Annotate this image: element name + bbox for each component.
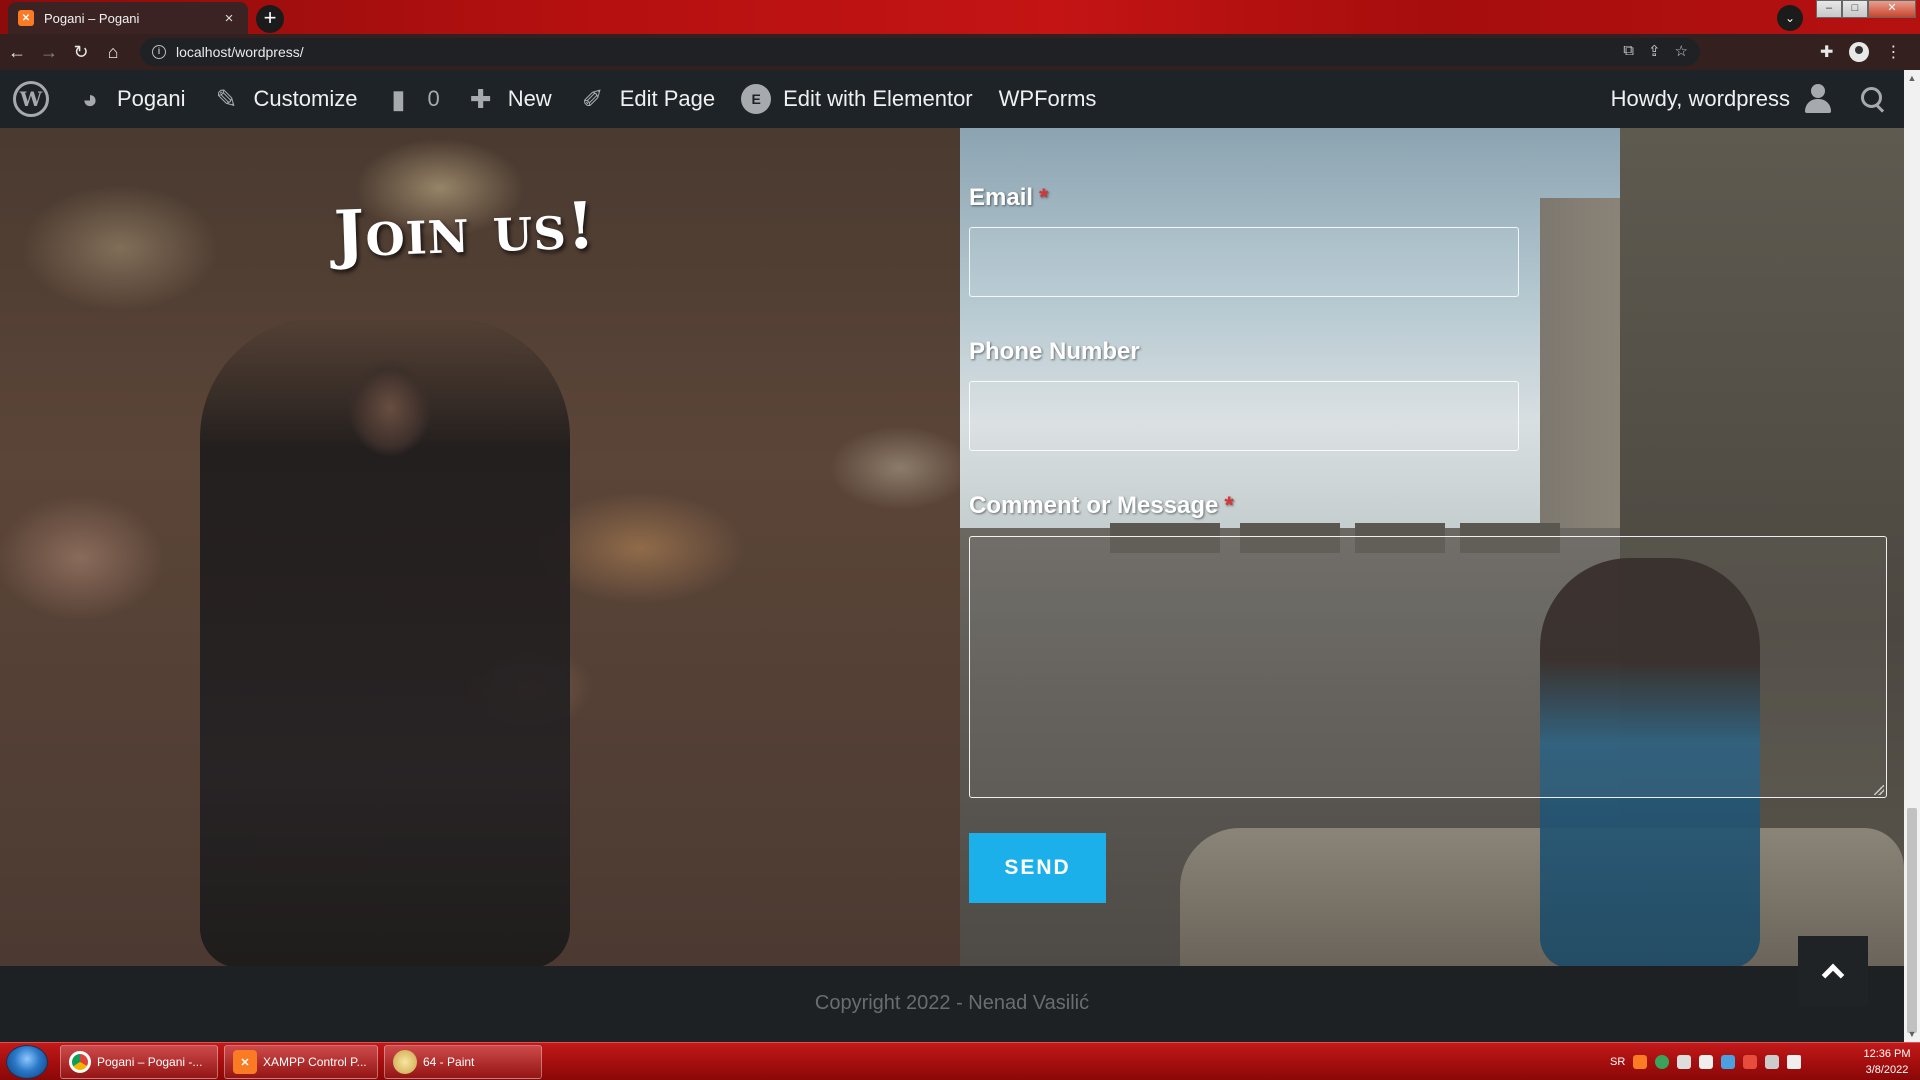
comments-count: 0 — [427, 86, 440, 111]
site-name-menu[interactable]: ◕ Pogani — [62, 70, 199, 128]
site-footer: Copyright 2022 - Nenad Vasilić — [0, 966, 1904, 1042]
email-label-text: Email — [969, 184, 1034, 211]
back-button[interactable]: ← — [2, 37, 32, 67]
taskbar-item-label: XAMPP Control P... — [263, 1055, 367, 1069]
wp-admin-bar: W ◕ Pogani ✎ Customize ▮ 0 ✚ New ✐ Edit … — [0, 70, 1904, 128]
new-content-menu[interactable]: ✚ New — [453, 70, 565, 128]
comments-menu[interactable]: ▮ 0 — [370, 70, 452, 128]
background-figure-man — [200, 318, 570, 966]
message-textarea[interactable] — [969, 536, 1887, 798]
volume-icon[interactable] — [1787, 1055, 1802, 1069]
xampp-tray-icon[interactable] — [1633, 1055, 1648, 1069]
close-tab-icon[interactable]: × — [220, 10, 238, 27]
maximize-button[interactable]: □ — [1842, 0, 1868, 18]
edit-page-label: Edit Page — [619, 86, 716, 111]
dashboard-icon: ◕ — [82, 83, 98, 114]
minimize-button[interactable]: – — [1816, 0, 1842, 18]
edit-elementor-label: Edit with Elementor — [783, 86, 973, 111]
site-name: Pogani — [117, 86, 186, 111]
customize-menu[interactable]: ✎ Customize — [199, 70, 371, 128]
tab-title: Pogani – Pogani — [44, 10, 140, 26]
my-account-menu[interactable]: Howdy, wordpress — [1598, 70, 1832, 128]
display-tray-icon[interactable] — [1721, 1055, 1736, 1069]
required-mark: * — [1039, 184, 1049, 211]
tab-search-button[interactable]: ⌄ — [1777, 5, 1803, 31]
network-tray-icon[interactable] — [1677, 1055, 1692, 1069]
profile-avatar[interactable] — [1849, 42, 1870, 62]
taskbar-item-paint[interactable]: 64 - Paint — [384, 1045, 542, 1079]
xampp-icon: ✕ — [18, 10, 34, 26]
xampp-icon: ✕ — [233, 1050, 257, 1074]
site-info-icon[interactable]: i — [152, 45, 166, 59]
page-content: Join us! Email * Phone Number Comment or … — [0, 128, 1904, 966]
user-avatar-icon — [1804, 84, 1832, 114]
wordpress-logo-icon: W — [13, 81, 49, 117]
url-text: localhost/wordpress/ — [176, 44, 304, 60]
wpforms-label: WPForms — [998, 86, 1097, 111]
page-heading: Join us! — [332, 188, 598, 273]
taskbar-item-chrome[interactable]: Pogani – Pogani -... — [60, 1045, 218, 1079]
taskbar-item-label: Pogani – Pogani -... — [97, 1055, 203, 1069]
clock-date: 3/8/2022 — [1865, 1064, 1909, 1076]
forward-button[interactable]: → — [34, 37, 64, 67]
resize-handle[interactable] — [1874, 785, 1884, 795]
usb-tray-icon[interactable] — [1699, 1055, 1714, 1069]
phone-label: Phone Number — [969, 338, 1140, 366]
translate-icon[interactable]: ⧉ — [1623, 42, 1634, 60]
edit-page-menu[interactable]: ✐ Edit Page — [565, 70, 728, 128]
action-center-flag-icon[interactable] — [1743, 1055, 1758, 1069]
search-icon[interactable] — [1860, 86, 1886, 112]
phone-field[interactable] — [969, 381, 1519, 451]
wpforms-menu[interactable]: WPForms — [986, 70, 1110, 128]
email-field[interactable] — [969, 227, 1519, 297]
extensions-icon[interactable]: ✚ — [1820, 42, 1833, 62]
plus-icon: ✚ — [469, 83, 492, 114]
system-tray: SR — [1610, 1043, 1802, 1080]
page-scrollbar[interactable]: ▲ ▼ — [1904, 70, 1920, 1042]
phone-label-text: Phone Number — [969, 338, 1140, 365]
chevron-up-icon — [1821, 963, 1845, 987]
monitor-tray-icon[interactable] — [1765, 1055, 1780, 1069]
taskbar-item-label: 64 - Paint — [423, 1055, 475, 1069]
email-label: Email * — [969, 184, 1048, 212]
bookmark-star-icon[interactable]: ☆ — [1675, 42, 1688, 60]
wp-logo-menu[interactable]: W — [0, 70, 62, 128]
language-indicator[interactable]: SR — [1610, 1056, 1625, 1068]
reload-button[interactable]: ↻ — [66, 37, 96, 67]
windows-taskbar: Pogani – Pogani -... ✕ XAMPP Control P..… — [0, 1042, 1920, 1080]
browser-tab[interactable]: ✕ Pogani – Pogani × — [8, 2, 248, 34]
browser-tab-strip: ✕ Pogani – Pogani × + ⌄ – □ ✕ — [0, 0, 1920, 34]
message-label: Comment or Message * — [969, 492, 1234, 520]
customize-label: Customize — [253, 86, 358, 111]
browser-toolbar: ← → ↻ ⌂ i localhost/wordpress/ ⧉ ⇪ ☆ ✚ ⋮ — [0, 34, 1920, 70]
message-label-text: Comment or Message — [969, 492, 1219, 519]
elementor-icon: E — [741, 84, 772, 114]
taskbar-item-xampp[interactable]: ✕ XAMPP Control P... — [224, 1045, 378, 1079]
chrome-icon — [69, 1051, 91, 1073]
send-button[interactable]: SEND — [969, 833, 1106, 903]
start-button[interactable] — [6, 1045, 48, 1079]
back-to-top-button[interactable] — [1798, 936, 1868, 1006]
clock-time: 12:36 PM — [1863, 1048, 1911, 1060]
comment-bubble-icon: ▮ — [391, 83, 406, 114]
new-label: New — [507, 86, 552, 111]
share-icon[interactable]: ⇪ — [1648, 42, 1661, 60]
browser-menu-icon[interactable]: ⋮ — [1885, 42, 1901, 62]
scroll-down-arrow-icon[interactable]: ▼ — [1904, 1026, 1920, 1042]
home-button[interactable]: ⌂ — [98, 37, 128, 67]
paintbrush-icon: ✎ — [215, 83, 238, 114]
address-bar[interactable]: i localhost/wordpress/ ⧉ ⇪ ☆ — [140, 38, 1700, 66]
new-tab-button[interactable]: + — [256, 5, 284, 33]
pencil-icon: ✐ — [581, 83, 604, 114]
required-mark: * — [1224, 492, 1234, 519]
copyright-text: Copyright 2022 - Nenad Vasilić — [814, 992, 1090, 1014]
security-tray-icon[interactable] — [1655, 1055, 1670, 1069]
howdy-label: Howdy, wordpress — [1610, 86, 1790, 111]
scroll-up-arrow-icon[interactable]: ▲ — [1904, 70, 1920, 86]
paint-icon — [393, 1050, 417, 1074]
close-window-button[interactable]: ✕ — [1868, 0, 1916, 18]
scroll-thumb[interactable] — [1907, 808, 1917, 1033]
edit-elementor-menu[interactable]: E Edit with Elementor — [728, 70, 986, 128]
system-clock[interactable]: 12:36 PM 3/8/2022 — [1858, 1046, 1916, 1078]
